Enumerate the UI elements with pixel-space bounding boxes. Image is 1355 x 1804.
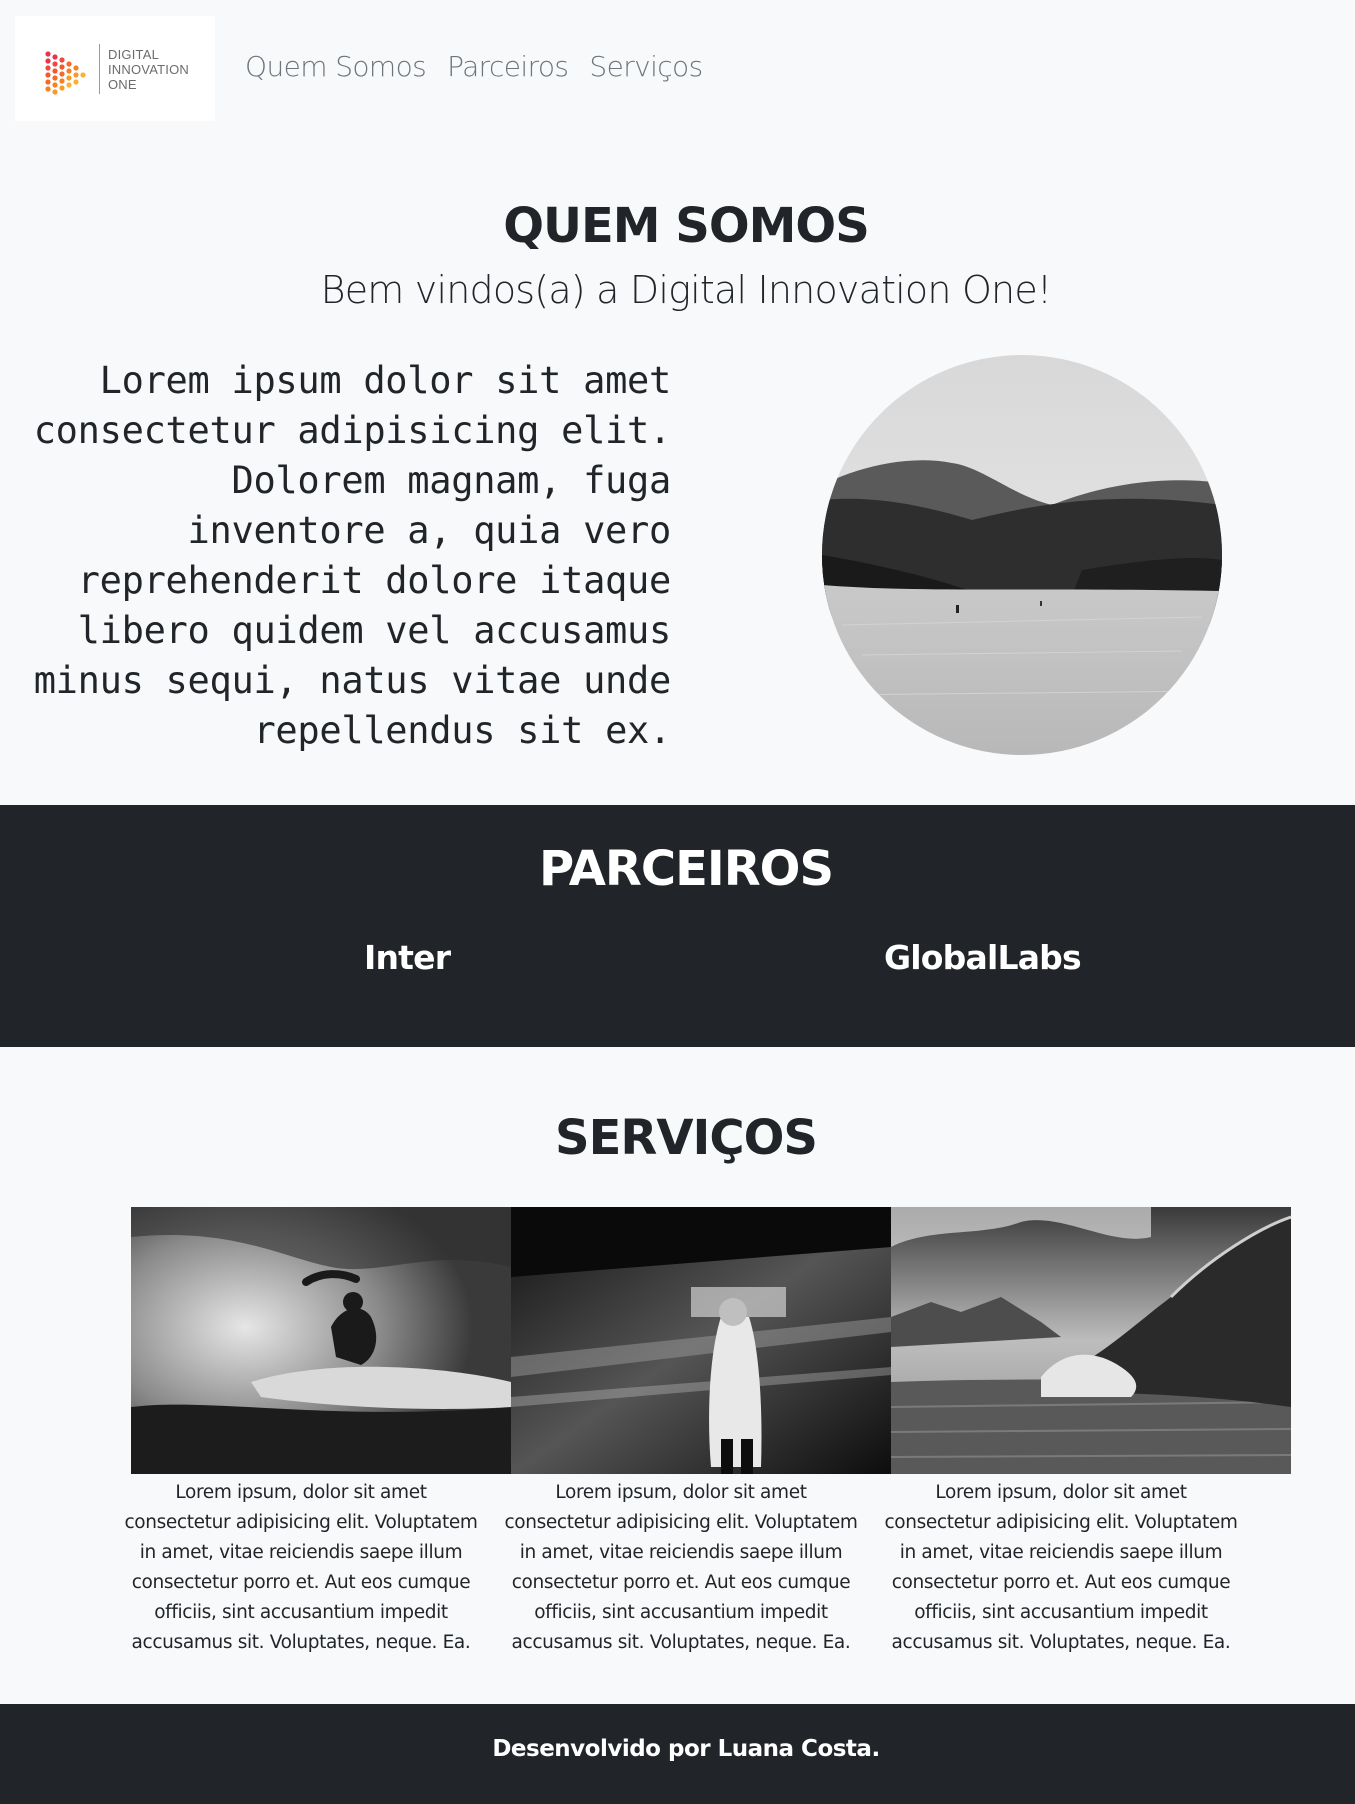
logo-divider — [99, 44, 100, 94]
partners-title: PARCEIROS — [538, 841, 834, 897]
partner-inter[interactable]: Inter — [364, 938, 451, 977]
nav-link-servicos[interactable]: Serviços — [589, 50, 703, 83]
service-description: Lorem ipsum, dolor sit amet consectetur … — [124, 1482, 478, 1653]
partners-section: PARCEIROS Inter GlobalLabs — [0, 805, 1355, 1047]
service-image-subway — [511, 1207, 891, 1474]
nav-link-parceiros[interactable]: Parceiros — [447, 50, 569, 83]
dio-logo[interactable]: DIGITAL INNOVATION ONE — [15, 16, 215, 121]
main-nav: Quem Somos Parceiros Serviços — [245, 50, 703, 83]
service-image-wave — [891, 1207, 1291, 1474]
logo-line-3: ONE — [108, 77, 137, 92]
about-lake-image — [822, 355, 1222, 755]
dio-logo-mark-icon — [45, 51, 86, 95]
site-header: DIGITAL INNOVATION ONE Quem Somos Parcei… — [0, 0, 1355, 138]
about-subtitle: Bem vindos(a) a Digital Innovation One! — [320, 268, 1053, 312]
about-title: QUEM SOMOS — [503, 198, 870, 254]
service-description: Lorem ipsum, dolor sit amet consectetur … — [884, 1482, 1238, 1653]
site-footer: Desenvolvido por Luana Costa. — [0, 1704, 1355, 1804]
logo-line-2: INNOVATION — [108, 62, 189, 77]
footer-credit: Desenvolvido por Luana Costa. — [492, 1736, 880, 1762]
service-description: Lorem ipsum, dolor sit amet consectetur … — [504, 1482, 858, 1653]
service-image-surfer — [131, 1207, 511, 1474]
services-title: SERVIÇOS — [555, 1110, 818, 1166]
about-text: Lorem ipsum dolor sit amet consectetur a… — [33, 359, 672, 752]
nav-link-quem-somos[interactable]: Quem Somos — [245, 50, 427, 83]
partner-globallabs[interactable]: GlobalLabs — [884, 938, 1082, 977]
logo-line-1: DIGITAL — [108, 47, 160, 62]
logo-wordmark: DIGITAL INNOVATION ONE — [108, 47, 189, 92]
